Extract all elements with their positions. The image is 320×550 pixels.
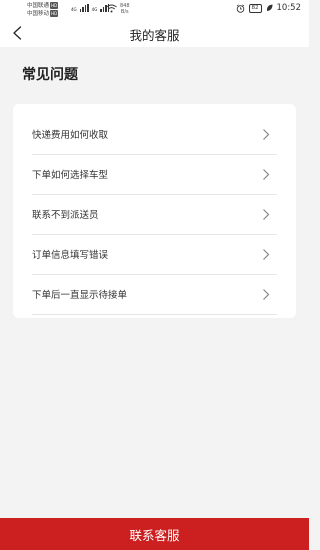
wifi-icon — [106, 4, 117, 13]
faq-item-label: 下单后一直显示待接单 — [32, 290, 128, 301]
faq-item-shipping-fee[interactable]: 快递费用如何收取 — [32, 114, 277, 155]
signal-strength-icon — [79, 4, 89, 12]
faq-item-label: 快递费用如何收取 — [32, 130, 109, 141]
faq-item-vehicle-type[interactable]: 下单如何选择车型 — [32, 154, 277, 195]
chevron-right-icon — [263, 209, 270, 220]
hd-badge: HD — [50, 10, 59, 17]
leaf-icon — [266, 4, 272, 11]
status-bar: 中国联通 HD 中国移动 HD 4G 4G 848 B/s 82 10:52 — [0, 0, 309, 20]
signal-icons: 4G 4G — [71, 4, 110, 12]
signal-label-2: 4G — [91, 7, 98, 12]
page-title: 我的客服 — [129, 28, 180, 43]
hd-badge: HD — [50, 2, 59, 9]
faq-item-order-info-error[interactable]: 订单信息填写错误 — [32, 234, 277, 275]
carrier-2: 中国移动 — [27, 11, 50, 17]
carrier-info: 中国联通 HD 中国移动 HD — [27, 2, 59, 18]
carrier-1: 中国联通 — [27, 3, 50, 9]
faq-item-label: 订单信息填写错误 — [32, 250, 109, 261]
contact-support-button[interactable]: 联系客服 — [0, 518, 309, 550]
nav-bar: 我的客服 — [0, 20, 309, 47]
alarm-icon — [236, 3, 244, 13]
faq-item-pending-acceptance[interactable]: 下单后一直显示待接单 — [32, 274, 277, 315]
chevron-right-icon — [263, 169, 270, 180]
faq-section-title: 常见问题 — [22, 67, 78, 83]
status-right: 82 10:52 — [236, 3, 302, 13]
clock: 10:52 — [276, 3, 302, 13]
signal-label-1: 4G — [71, 7, 77, 12]
battery-icon: 82 — [248, 3, 262, 13]
faq-item-label: 联系不到派送员 — [32, 210, 99, 221]
faq-item-courier-unreachable[interactable]: 联系不到派送员 — [32, 194, 277, 235]
chevron-right-icon — [263, 289, 270, 300]
faq-item-label: 下单如何选择车型 — [32, 170, 109, 181]
chevron-right-icon — [263, 249, 270, 260]
network-speed: 848 B/s — [120, 3, 130, 15]
faq-card: 快递费用如何收取 下单如何选择车型 联系不到派送员 订单信息填写错误 下单后一直… — [13, 104, 296, 318]
network-speed-unit: B/s — [120, 9, 129, 15]
chevron-right-icon — [263, 129, 270, 140]
